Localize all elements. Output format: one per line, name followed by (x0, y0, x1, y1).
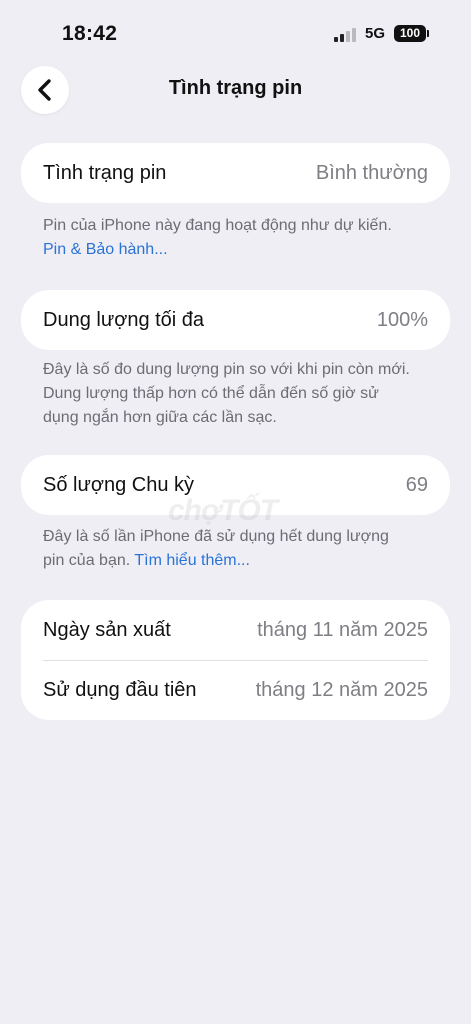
watermark-logo: chợTỐT (168, 494, 278, 527)
signal-icon (334, 28, 358, 42)
cycle-count-value: 69 (405, 474, 428, 496)
battery-health-card[interactable]: Tình trạng pin Bình thường (21, 143, 450, 203)
first-use-value: tháng 12 năm 2025 (255, 679, 428, 701)
max-capacity-row: Dung lượng tối đa 100% (21, 290, 450, 350)
page-title: Tình trạng pin (168, 77, 303, 99)
network-label: 5G (365, 25, 386, 42)
status-time: 18:42 (62, 22, 118, 45)
max-capacity-card: Dung lượng tối đa 100% (21, 290, 450, 350)
manufacture-date-value: tháng 11 năm 2025 (257, 619, 428, 641)
max-capacity-note-line3: dụng ngắn hơn giữa các lần sạc. (43, 409, 277, 426)
cycle-count-note-line2: pin của bạn. (43, 552, 131, 569)
max-capacity-label: Dung lượng tối đa (43, 309, 205, 331)
status-bar: 18:42 5G 100 (0, 0, 471, 60)
warranty-link[interactable]: Pin & Bảo hành... (43, 238, 438, 262)
cycle-count-note-line2-wrap: pin của bạn. Tìm hiểu thêm... (43, 549, 438, 573)
battery-health-label: Tình trạng pin (43, 162, 167, 184)
battery-health-note-text: Pin của iPhone này đang hoạt động như dự… (43, 217, 392, 234)
battery-health-row[interactable]: Tình trạng pin Bình thường (21, 143, 450, 203)
battery-health-note: Pin của iPhone này đang hoạt động như dự… (43, 214, 438, 262)
battery-icon: 100 (394, 25, 426, 42)
first-use-label: Sử dụng đầu tiên (43, 679, 197, 701)
max-capacity-note: Đây là số đo dung lượng pin so với khi p… (43, 358, 438, 430)
learn-more-link[interactable]: Tìm hiểu thêm... (134, 552, 250, 569)
max-capacity-value: 100% (376, 309, 428, 331)
max-capacity-note-line2: Dung lượng thấp hơn có thể dẫn đến số gi… (43, 385, 379, 402)
dates-card: Ngày sản xuất tháng 11 năm 2025 Sử dụng … (21, 600, 450, 720)
battery-health-value: Bình thường (315, 162, 428, 184)
cycle-count-note: Đây là số lần iPhone đã sử dụng hết dung… (43, 525, 438, 573)
manufacture-date-row: Ngày sản xuất tháng 11 năm 2025 (21, 600, 450, 660)
first-use-row: Sử dụng đầu tiên tháng 12 năm 2025 (21, 660, 450, 720)
manufacture-date-label: Ngày sản xuất (43, 619, 171, 641)
cycle-count-note-line1: Đây là số lần iPhone đã sử dụng hết dung… (43, 528, 389, 545)
battery-tip (427, 30, 429, 37)
max-capacity-note-line1: Đây là số đo dung lượng pin so với khi p… (43, 361, 410, 378)
